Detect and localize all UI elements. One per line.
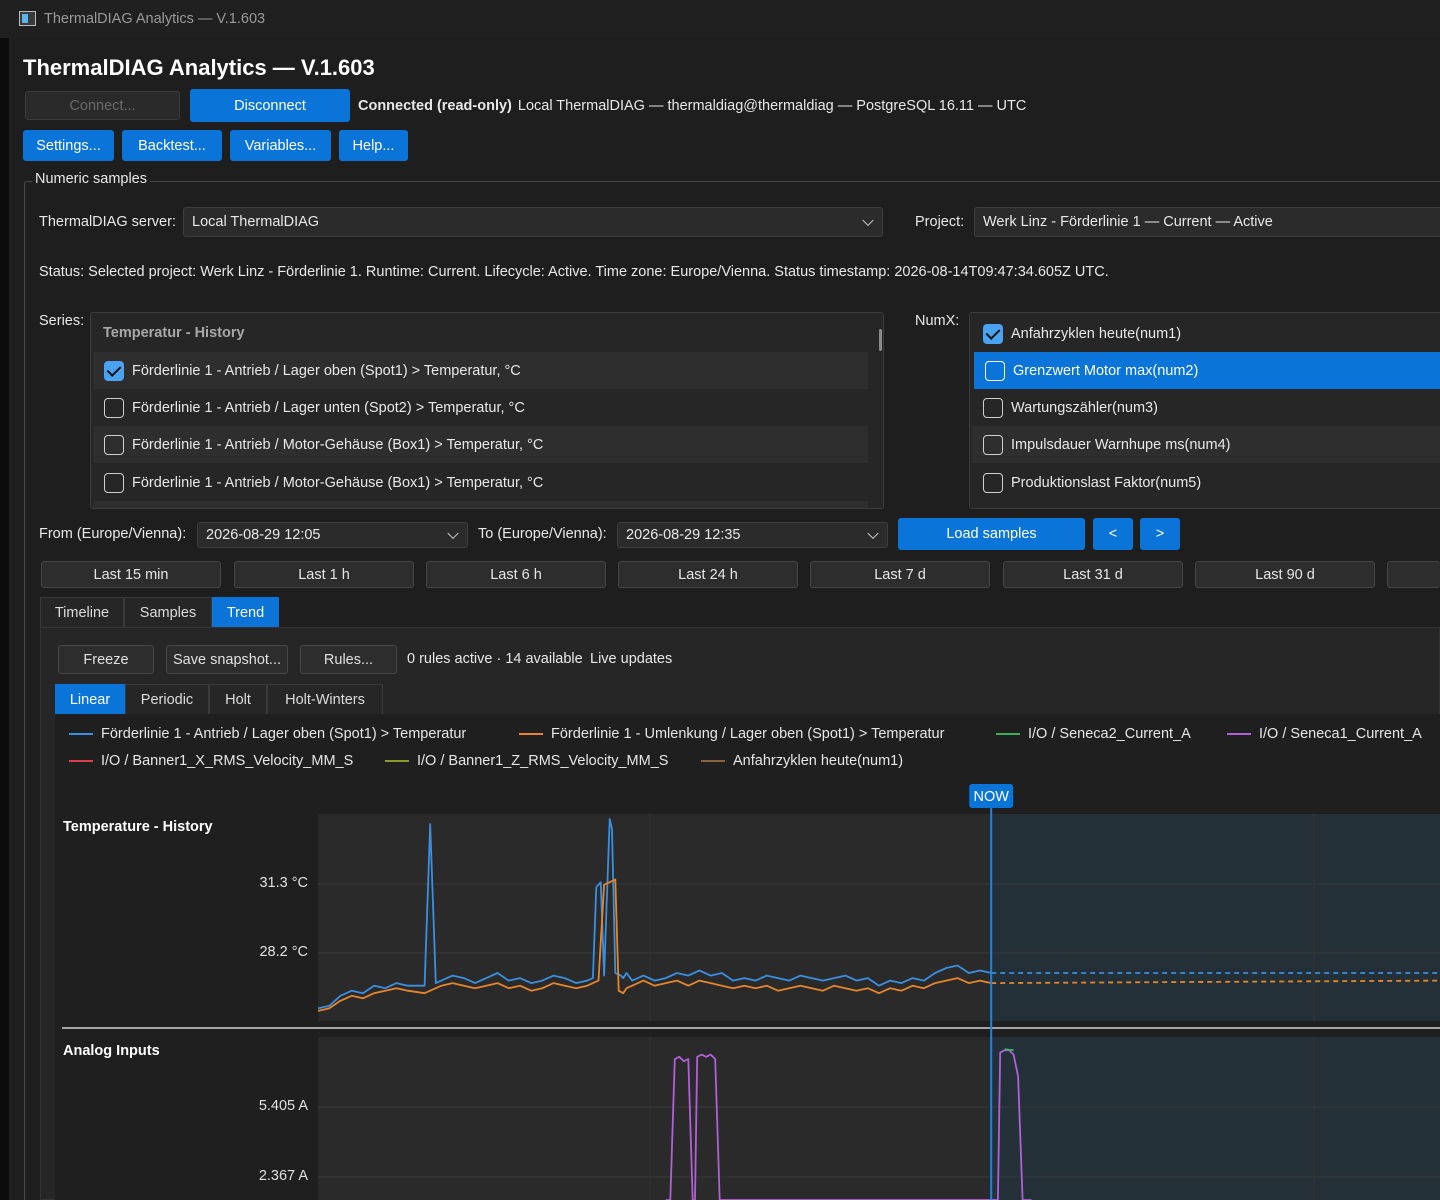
series-line [1004, 1048, 1014, 1052]
plot-background [318, 814, 992, 1021]
now-label: NOW [973, 789, 1009, 805]
plot-background [318, 1037, 992, 1200]
trend-chart[interactable]: NOW [0, 0, 1440, 1200]
forecast-region [991, 814, 1440, 1021]
forecast-region [991, 1037, 1440, 1200]
